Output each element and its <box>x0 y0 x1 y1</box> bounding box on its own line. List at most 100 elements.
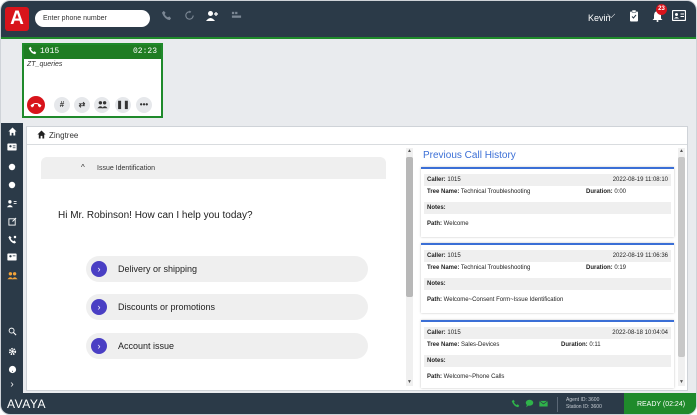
scroll-thumb[interactable] <box>678 157 685 357</box>
duration-value: 0:11 <box>589 342 601 348</box>
path-row: Path: Welcome~Consent Form~Issue Identif… <box>424 294 671 306</box>
tree-value: Technical Troubleshooting <box>460 189 531 195</box>
option-label: Delivery or shipping <box>118 264 198 274</box>
gear-icon[interactable] <box>6 347 18 359</box>
clipboard-icon[interactable] <box>626 9 642 26</box>
tree-label: Tree Name: <box>427 265 460 271</box>
duration-value: 0:00 <box>614 189 627 195</box>
path-label: Path: <box>427 374 442 380</box>
history-card: Caller: 1015 2022-08-19 11:08:10 Tree Na… <box>421 167 674 237</box>
more-button[interactable]: ••• <box>136 97 152 113</box>
contact-card-icon[interactable] <box>6 143 18 155</box>
option-delivery[interactable]: › Delivery or shipping <box>86 256 368 282</box>
tree-row: Tree Name: Sales-Devices Duration: 0:11 <box>424 339 671 351</box>
caller-label: Caller: <box>427 177 446 183</box>
scroll-down-icon[interactable]: ▼ <box>406 379 413 386</box>
notes-row: Notes: <box>424 202 671 214</box>
breadcrumb: Zingtree <box>27 127 687 145</box>
duration-value: 0:19 <box>614 265 627 271</box>
footer-bar: AVAYA Agent ID: 3600 Station ID: 3600 RE… <box>1 393 696 414</box>
edit-icon[interactable] <box>6 217 18 229</box>
caller-value: 1015 <box>447 177 461 183</box>
notes-row: Notes: <box>424 278 671 290</box>
history-title: Previous Call History <box>423 150 516 161</box>
circle-icon[interactable] <box>6 181 18 193</box>
section-title: Issue Identification <box>97 165 155 172</box>
scroll-up-icon[interactable]: ▲ <box>678 148 685 155</box>
call-date: 2022-08-18 10:04:04 <box>612 330 668 336</box>
phone-settings-icon[interactable] <box>6 235 18 247</box>
option-discounts[interactable]: › Discounts or promotions <box>86 294 368 320</box>
circle-icon[interactable] <box>6 163 18 175</box>
avaya-brand: AVAYA <box>7 397 46 411</box>
app-window: A Kevin ⌵ 23 1 <box>0 0 697 415</box>
id-card-icon[interactable] <box>6 253 18 265</box>
email-status-icon[interactable] <box>539 399 548 410</box>
tree-value: Technical Troubleshooting <box>460 265 531 271</box>
caller-row: Caller: 1015 2022-08-18 10:04:04 <box>424 327 671 339</box>
home-icon[interactable] <box>6 127 18 139</box>
notes-row: Notes: <box>424 355 671 367</box>
contact-card-icon[interactable] <box>671 9 687 26</box>
phone-number-input[interactable] <box>35 10 150 27</box>
flow-scrollbar[interactable]: ▲ ▼ <box>406 148 413 386</box>
search-icon[interactable] <box>6 327 18 339</box>
option-account[interactable]: › Account issue <box>86 333 368 359</box>
tree-row: Tree Name: Technical Troubleshooting Dur… <box>424 262 671 274</box>
arrow-right-icon: › <box>91 261 107 277</box>
tree-value: Sales-Devices <box>461 342 500 348</box>
notes-label: Notes: <box>427 358 446 364</box>
history-card: Caller: 1015 2022-08-19 11:06:36 Tree Na… <box>421 243 674 313</box>
scroll-down-icon[interactable]: ▼ <box>678 379 685 386</box>
path-row: Path: Welcome <box>424 218 671 230</box>
call-date: 2022-08-19 11:06:36 <box>612 253 668 259</box>
redial-icon[interactable] <box>181 10 197 26</box>
help-icon[interactable] <box>6 365 18 377</box>
chevron-up-icon[interactable]: ^ <box>81 163 85 172</box>
call-number: 1015 <box>40 47 60 56</box>
agent-info: Agent ID: 3600 Station ID: 3600 <box>566 397 602 411</box>
left-sidebar <box>1 123 23 393</box>
arrow-right-icon: › <box>91 299 107 315</box>
phone-icon[interactable] <box>158 10 174 26</box>
history-card: Caller: 1015 2022-08-18 10:04:04 Tree Na… <box>421 320 674 388</box>
tree-label: Tree Name: <box>427 342 460 348</box>
phone-status-icon[interactable] <box>511 399 520 410</box>
arrow-right-icon: › <box>91 338 107 354</box>
notes-label: Notes: <box>427 281 446 287</box>
transfer-button[interactable]: ⇄ <box>74 97 90 113</box>
path-value: Welcome~Phone Calls <box>443 374 505 380</box>
agent-id: Agent ID: 3600 <box>566 397 600 403</box>
station-id: Station ID: 3600 <box>566 404 602 410</box>
add-contact-icon[interactable] <box>204 10 220 26</box>
active-call-card[interactable]: 1015 02:23 ZT_queries # ⇄ ❚❚ ••• <box>22 43 163 118</box>
conference-button[interactable] <box>94 97 110 113</box>
chevron-down-icon[interactable]: ⌵ <box>607 9 615 22</box>
hold-button[interactable]: ❚❚ <box>115 97 131 113</box>
hang-up-button[interactable] <box>27 96 45 114</box>
path-value: Welcome <box>443 221 469 227</box>
call-timer: 02:23 <box>132 47 157 56</box>
chat-status-icon[interactable] <box>525 399 534 410</box>
call-header: 1015 02:23 <box>24 45 161 59</box>
phone-icon <box>28 46 37 58</box>
home-icon[interactable] <box>37 130 46 141</box>
path-label: Path: <box>427 297 442 303</box>
option-label: Account issue <box>118 341 175 351</box>
dialpad-icon[interactable] <box>228 10 244 26</box>
user-list-icon[interactable] <box>6 199 18 211</box>
scroll-thumb[interactable] <box>406 157 413 297</box>
breadcrumb-label[interactable]: Zingtree <box>49 131 78 140</box>
scroll-up-icon[interactable]: ▲ <box>406 148 413 155</box>
history-scrollbar[interactable]: ▲ ▼ <box>678 148 685 386</box>
section-header[interactable]: ^ Issue Identification <box>41 157 386 179</box>
caller-value: 1015 <box>447 330 461 336</box>
ready-status-button[interactable]: READY (02:24) <box>624 393 696 414</box>
duration-label: Duration: <box>561 342 588 348</box>
footer-divider <box>557 397 558 412</box>
expand-sidebar-icon[interactable]: › <box>1 379 23 393</box>
keypad-button[interactable]: # <box>54 97 70 113</box>
top-bar: A Kevin ⌵ 23 <box>1 1 696 37</box>
zingtree-icon[interactable] <box>6 271 18 283</box>
avaya-logo: A <box>5 7 29 31</box>
